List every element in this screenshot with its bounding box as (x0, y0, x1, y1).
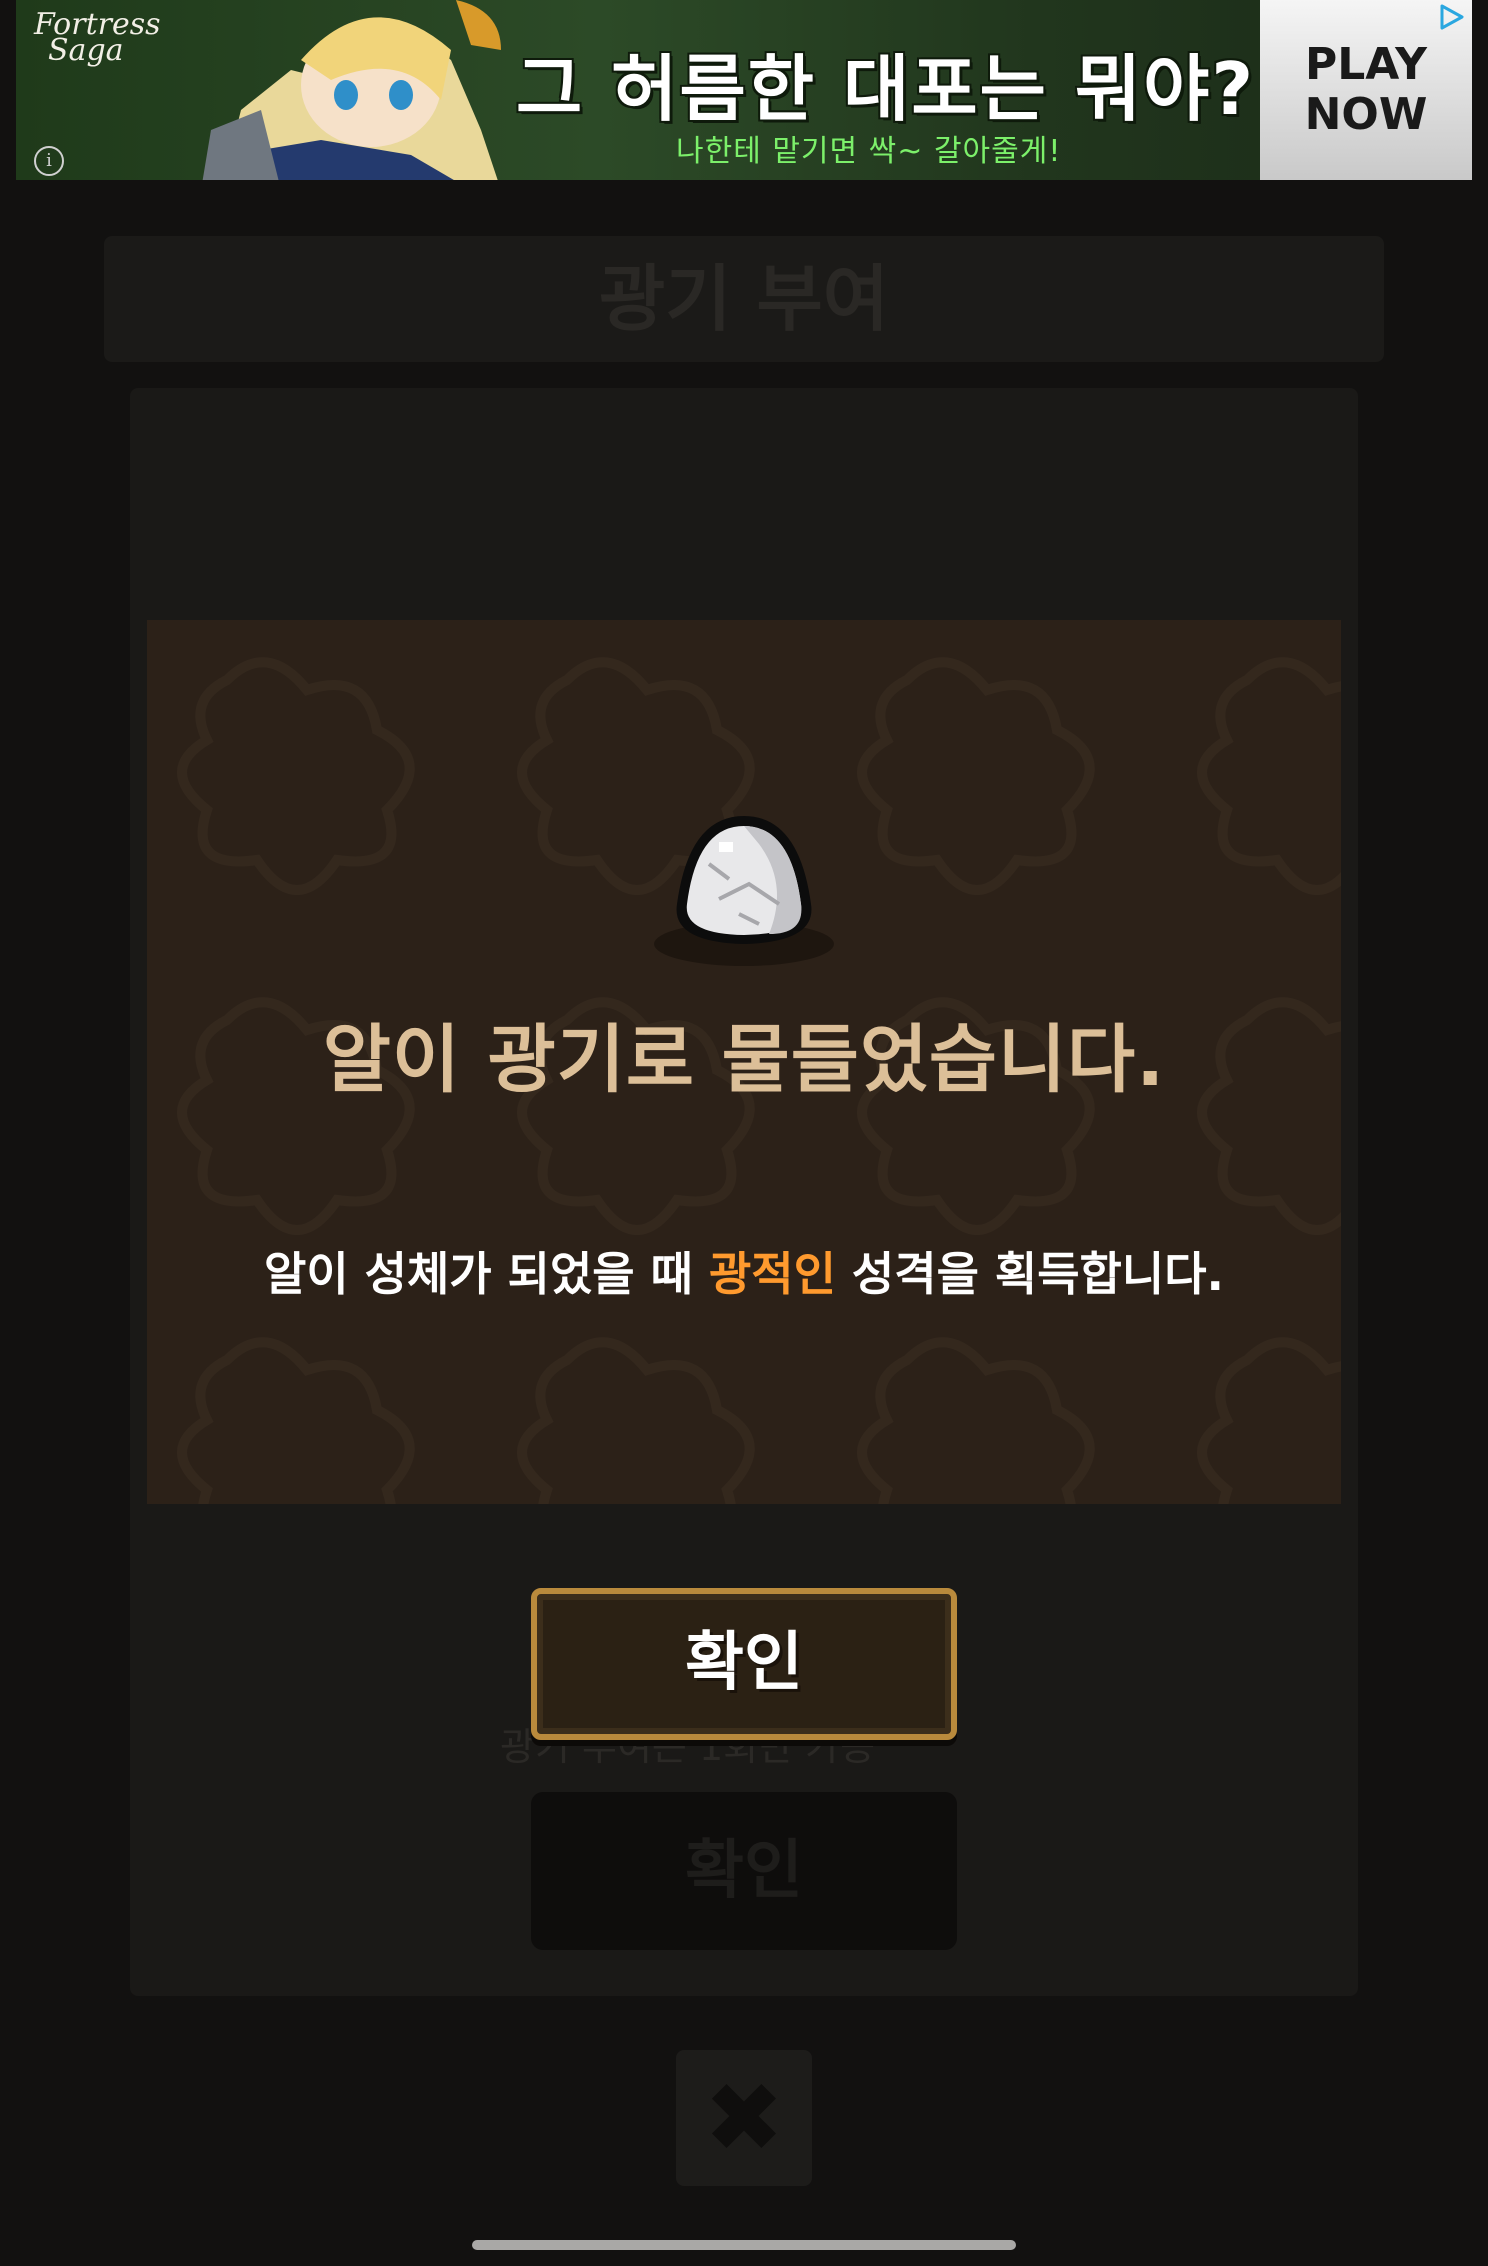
result-dialog: 알이 광기로 물들었습니다. 알이 성체가 되었을 때 광적인 성격을 획득합니… (147, 620, 1341, 1504)
ad-logo: Fortress Saga (34, 10, 161, 66)
home-indicator[interactable] (472, 2240, 1016, 2250)
desc-text-after: 성격을 획득합니다. (835, 1247, 1224, 1301)
ad-character-image (202, 0, 501, 180)
desc-text-before: 알이 성체가 되었을 때 (264, 1247, 709, 1301)
confirm-button[interactable]: 확인 (531, 1588, 957, 1740)
ad-cta-line2: NOW (1304, 89, 1428, 140)
ad-headline: 그 허름한 대포는 뭐야? (516, 47, 1256, 131)
egg-icon (654, 816, 834, 966)
ad-choices-icon[interactable] (1436, 2, 1466, 32)
desc-highlight-trait: 광적인 (708, 1247, 836, 1301)
dialog-description: 알이 성체가 되었을 때 광적인 성격을 획득합니다. (147, 1238, 1341, 1304)
ad-subline: 나한테 맡기면 싹~ 갈아줄게! (676, 134, 1062, 169)
background-confirm-button: 확인 (531, 1792, 957, 1950)
ad-banner[interactable]: Fortress Saga 그 허름한 대포는 뭐야? 나한테 맡기면 싹~ 갈… (16, 0, 1472, 180)
dialog-title: 알이 광기로 물들었습니다. (322, 1017, 1166, 1103)
ad-cta-line1: PLAY (1305, 39, 1427, 90)
close-icon: ✖ (676, 2050, 812, 2186)
ad-info-icon[interactable]: i (34, 146, 64, 176)
background-title: 광기 부여 (104, 236, 1384, 362)
